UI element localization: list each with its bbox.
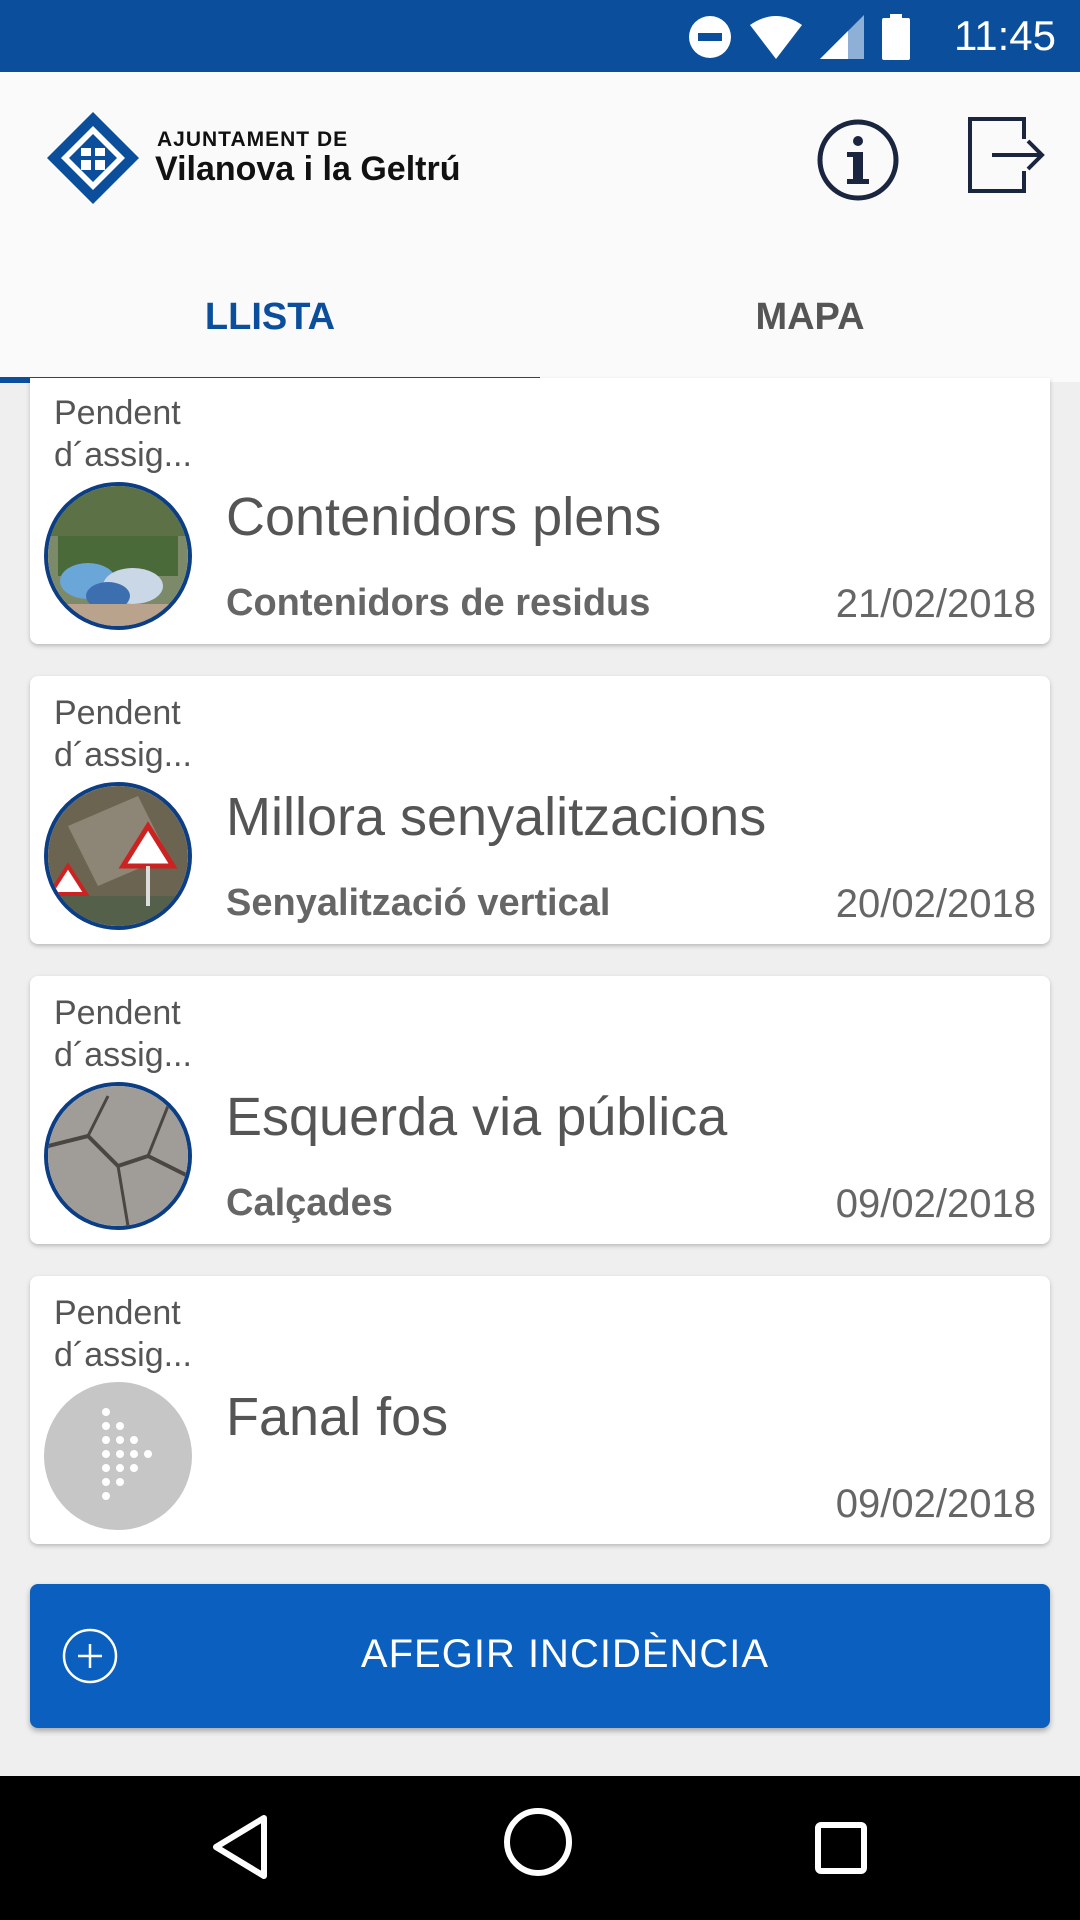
incident-card[interactable]: Pendent d´assig... Fanal fos 09/02/2018 bbox=[30, 1276, 1050, 1544]
incident-status: Pendent d´assig... bbox=[54, 994, 192, 1074]
road-signs-icon bbox=[48, 786, 188, 926]
do-not-disturb-icon bbox=[689, 16, 731, 58]
city-logo-icon bbox=[47, 112, 139, 204]
incident-category: Senyalització vertical bbox=[226, 882, 611, 924]
battery-icon bbox=[882, 14, 910, 60]
logo-title: Vilanova i la Geltrú bbox=[155, 150, 461, 188]
incident-date: 21/02/2018 bbox=[835, 582, 1036, 626]
status-time: 11:45 bbox=[954, 12, 1056, 59]
info-icon[interactable] bbox=[815, 117, 901, 203]
incident-image-signs bbox=[44, 782, 192, 930]
incident-title: Contenidors plens bbox=[226, 487, 662, 547]
incident-title: Esquerda via pública bbox=[226, 1087, 728, 1147]
wifi-icon bbox=[750, 16, 802, 59]
incident-card[interactable]: Pendent d´assig... Millora senyalitzacio… bbox=[30, 676, 1050, 944]
home-icon[interactable] bbox=[502, 1806, 574, 1878]
cell-signal-icon bbox=[820, 15, 864, 59]
incident-image-garbage bbox=[44, 482, 192, 630]
incident-date: 09/02/2018 bbox=[835, 1482, 1036, 1526]
incident-title: Fanal fos bbox=[226, 1387, 449, 1447]
placeholder-arrow-icon bbox=[102, 1408, 152, 1500]
incident-card[interactable]: Pendent d´assig... Esquerda via pública … bbox=[30, 976, 1050, 1244]
recent-apps-icon[interactable] bbox=[815, 1822, 867, 1874]
tab-llista[interactable]: LLISTA bbox=[0, 250, 540, 384]
logo-subtitle: AJUNTAMENT DE bbox=[157, 128, 349, 151]
back-icon[interactable] bbox=[210, 1814, 270, 1880]
incident-category: Contenidors de residus bbox=[226, 582, 651, 624]
incident-status: Pendent d´assig... bbox=[54, 394, 192, 474]
cracked-pavement-icon bbox=[48, 1086, 188, 1226]
incident-card[interactable]: Pendent d´assig... Contenidors plens Con… bbox=[30, 378, 1050, 644]
incident-date: 20/02/2018 bbox=[835, 882, 1036, 926]
logout-icon[interactable] bbox=[966, 115, 1046, 195]
add-incident-button[interactable]: AFEGIR INCIDÈNCIA bbox=[30, 1584, 1050, 1728]
incident-image-crack bbox=[44, 1082, 192, 1230]
status-icons bbox=[688, 12, 910, 62]
tab-mapa[interactable]: MAPA bbox=[540, 250, 1080, 384]
incident-status: Pendent d´assig... bbox=[54, 1294, 192, 1374]
incident-image-placeholder bbox=[44, 1382, 192, 1530]
garbage-containers-icon bbox=[48, 486, 188, 626]
add-incident-label: AFEGIR INCIDÈNCIA bbox=[360, 1632, 770, 1676]
incident-title: Millora senyalitzacions bbox=[226, 787, 767, 847]
status-bar: 11:45 bbox=[0, 0, 1080, 72]
incident-date: 09/02/2018 bbox=[835, 1182, 1036, 1226]
incident-status: Pendent d´assig... bbox=[54, 694, 192, 774]
incident-category: Calçades bbox=[226, 1182, 393, 1224]
